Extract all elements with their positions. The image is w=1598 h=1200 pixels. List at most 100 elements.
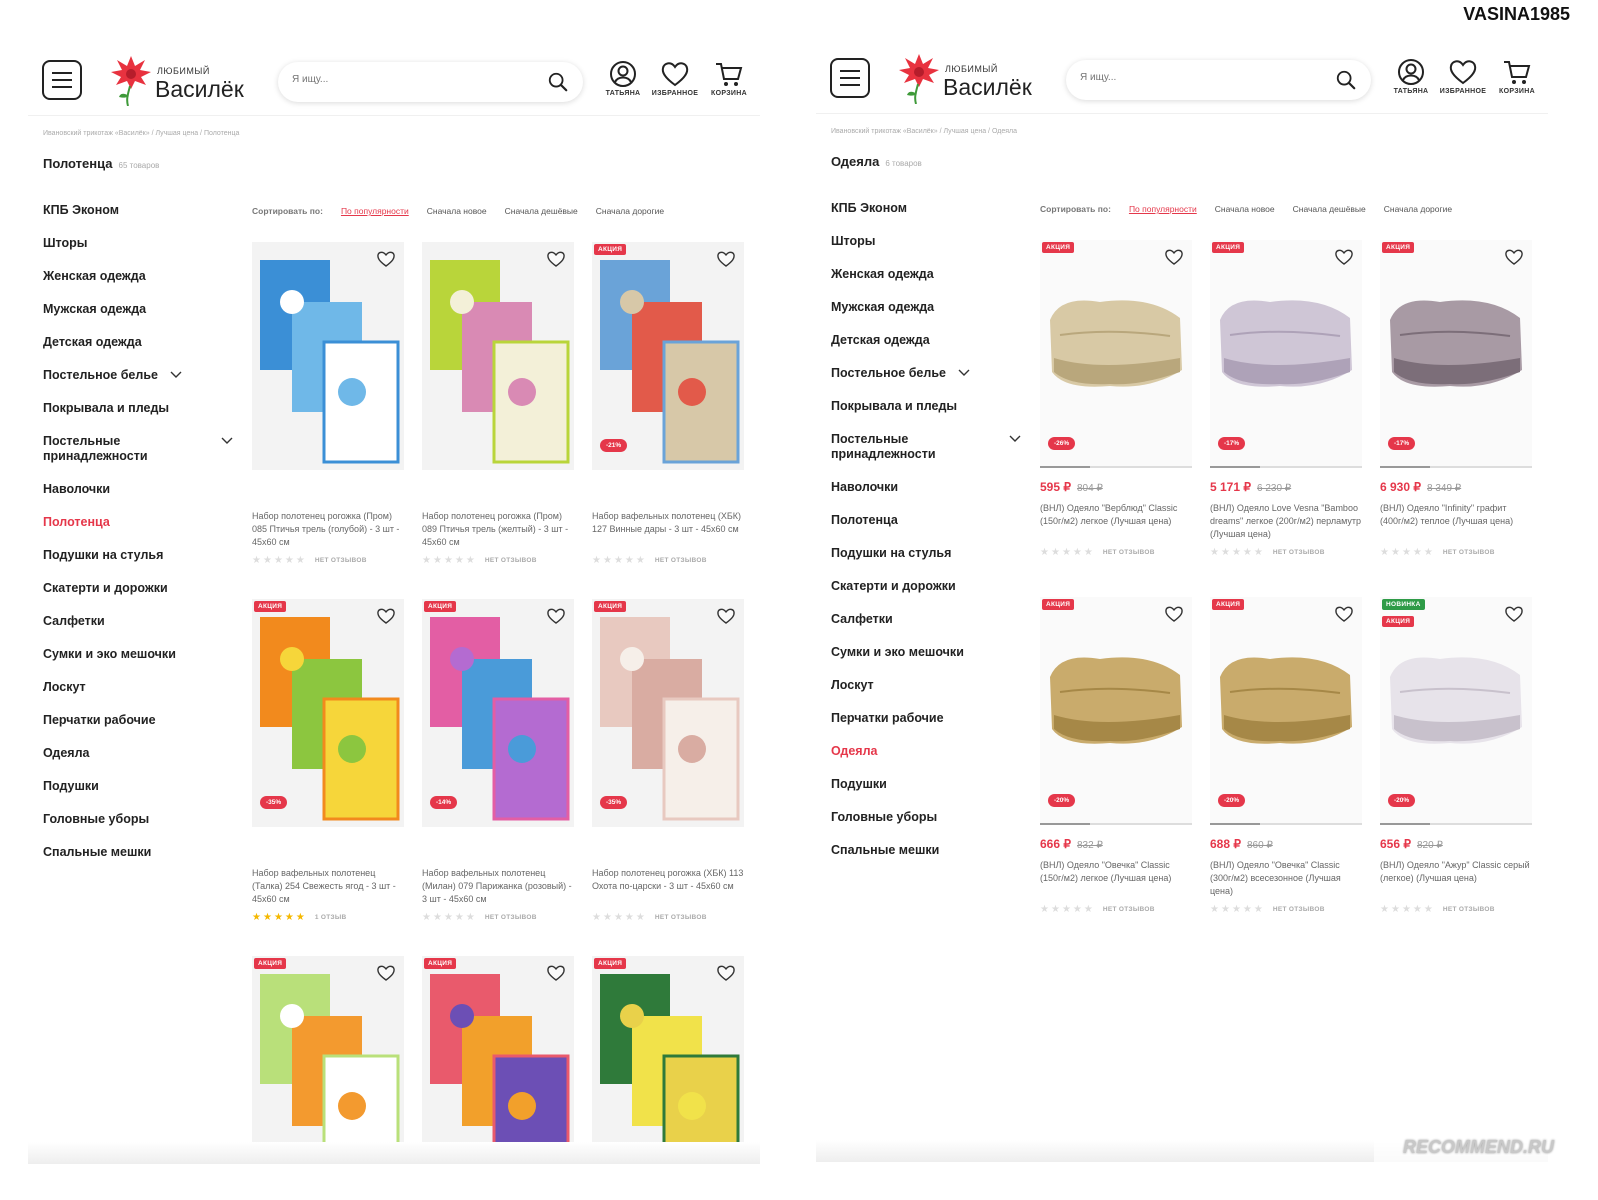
sidebar-category[interactable]: Полотенца: [831, 513, 1021, 546]
favorite-heart-icon[interactable]: [546, 964, 566, 982]
sidebar-category[interactable]: Шторы: [43, 236, 233, 269]
breadcrumb[interactable]: Ивановский трикотаж «Василёк» / Лучшая ц…: [43, 130, 239, 137]
product-name[interactable]: Набор вафельных полотенец (ХБК) 127 Винн…: [592, 510, 744, 552]
favorite-heart-icon[interactable]: [1164, 605, 1184, 623]
sidebar-category[interactable]: Детская одежда: [831, 333, 1021, 366]
sidebar-category[interactable]: Скатерти и дорожки: [43, 581, 233, 614]
sort-newest[interactable]: Сначала новое: [427, 206, 487, 216]
favorite-heart-icon[interactable]: [546, 250, 566, 268]
sort-cheapest[interactable]: Сначала дешёвые: [1293, 204, 1366, 214]
sort-newest[interactable]: Сначала новое: [1215, 204, 1275, 214]
product-name[interactable]: Набор вафельных полотенец (Талка) 254 Св…: [252, 867, 404, 909]
search-input[interactable]: [1080, 72, 1320, 83]
favorites-button[interactable]: ИЗБРАННОЕ: [650, 60, 700, 97]
product-image[interactable]: АКЦИЯ -17%: [1380, 240, 1532, 468]
product-image[interactable]: АКЦИЯ -26%: [1040, 240, 1192, 468]
hamburger-menu-button[interactable]: [42, 60, 82, 100]
sidebar-category[interactable]: Женская одежда: [43, 269, 233, 302]
sidebar-category[interactable]: Одеяла: [831, 744, 1021, 777]
product-name[interactable]: Набор полотенец рогожка (Пром) 085 Птичь…: [252, 510, 404, 552]
product-image[interactable]: АКЦИЯ -35%: [252, 599, 404, 827]
sidebar-category[interactable]: Покрывала и пледы: [831, 399, 1021, 432]
sidebar-category[interactable]: Сумки и эко мешочки: [831, 645, 1021, 678]
sidebar-category[interactable]: Лоскут: [43, 680, 233, 713]
sidebar-category[interactable]: Наволочки: [43, 482, 233, 515]
sidebar-category[interactable]: Сумки и эко мешочки: [43, 647, 233, 680]
sort-popular[interactable]: По популярности: [1129, 204, 1197, 214]
sort-expensive[interactable]: Сначала дорогие: [596, 206, 664, 216]
sidebar-category[interactable]: Лоскут: [831, 678, 1021, 711]
sort-cheapest[interactable]: Сначала дешёвые: [505, 206, 578, 216]
sidebar-category[interactable]: Подушки на стулья: [43, 548, 233, 581]
site-logo[interactable]: ЛЮБИМЫЙ Василёк: [896, 50, 1041, 104]
sidebar-category[interactable]: Женская одежда: [831, 267, 1021, 300]
cart-button[interactable]: КОРЗИНА: [1492, 58, 1542, 95]
sidebar-category[interactable]: КПБ Эконом: [43, 203, 233, 236]
product-image[interactable]: АКЦИЯ -17%: [1210, 240, 1362, 468]
product-card[interactable]: АКЦИЯ -17% 6 930 ₽ 8 349 ₽ (ВНЛ) Одеяло "Inf…: [1380, 240, 1532, 558]
sidebar-category[interactable]: Перчатки рабочие: [43, 713, 233, 746]
product-name[interactable]: (ВНЛ) Одеяло "Овечка" Classic (150г/м2) …: [1040, 859, 1192, 901]
product-name[interactable]: Набор полотенец рогожка (Пром) 089 Птичь…: [422, 510, 574, 552]
search-icon[interactable]: [1335, 69, 1357, 91]
favorite-heart-icon[interactable]: [1334, 248, 1354, 266]
sidebar-category[interactable]: КПБ Эконом: [831, 201, 1021, 234]
favorites-button[interactable]: ИЗБРАННОЕ: [1438, 58, 1488, 95]
search-input[interactable]: [292, 74, 532, 85]
product-card[interactable]: Набор полотенец рогожка (Пром) 085 Птичь…: [252, 242, 404, 566]
product-image[interactable]: АКЦИЯ -20%: [1040, 597, 1192, 825]
product-image[interactable]: АКЦИЯ -35%: [592, 599, 744, 827]
sidebar-category[interactable]: Мужская одежда: [43, 302, 233, 335]
product-card[interactable]: АКЦИЯ: [422, 956, 574, 1164]
sidebar-category[interactable]: Перчатки рабочие: [831, 711, 1021, 744]
account-button[interactable]: ТАТЬЯНА: [1386, 58, 1436, 95]
product-card[interactable]: АКЦИЯ: [252, 956, 404, 1164]
product-image[interactable]: АКЦИЯ -14%: [422, 599, 574, 827]
sidebar-category[interactable]: Постельное белье: [831, 366, 1021, 399]
product-card[interactable]: АКЦИЯ: [592, 956, 744, 1164]
product-image[interactable]: [252, 242, 404, 470]
sort-expensive[interactable]: Сначала дорогие: [1384, 204, 1452, 214]
site-logo[interactable]: ЛЮБИМЫЙ Василёк: [108, 52, 253, 106]
product-image[interactable]: НОВИНКА АКЦИЯ -20%: [1380, 597, 1532, 825]
product-name[interactable]: Набор полотенец рогожка (ХБК) 113 Охота …: [592, 867, 744, 909]
product-image[interactable]: АКЦИЯ -20%: [1210, 597, 1362, 825]
sidebar-category[interactable]: Спальные мешки: [43, 845, 233, 878]
sort-popular[interactable]: По популярности: [341, 206, 409, 216]
favorite-heart-icon[interactable]: [546, 607, 566, 625]
favorite-heart-icon[interactable]: [716, 250, 736, 268]
product-name[interactable]: (ВНЛ) Одеяло "Верблюд" Classic (150г/м2)…: [1040, 502, 1192, 544]
sidebar-category[interactable]: Покрывала и пледы: [43, 401, 233, 434]
sidebar-category[interactable]: Постельные принадлежности: [831, 432, 1021, 480]
sidebar-category[interactable]: Шторы: [831, 234, 1021, 267]
product-name[interactable]: (ВНЛ) Одеяло Love Vesna "Bamboo dreams" …: [1210, 502, 1362, 544]
product-card[interactable]: АКЦИЯ -26% 595 ₽ 804 ₽ (ВНЛ) Одеяло "Верблюд…: [1040, 240, 1192, 558]
sidebar-category[interactable]: Подушки: [43, 779, 233, 812]
chevron-down-icon[interactable]: [170, 371, 182, 379]
favorite-heart-icon[interactable]: [1504, 605, 1524, 623]
sidebar-category[interactable]: Постельные принадлежности: [43, 434, 233, 482]
product-image[interactable]: АКЦИЯ: [422, 956, 574, 1164]
product-card[interactable]: АКЦИЯ -35% Набор вафельных полотенец (Талк…: [252, 599, 404, 923]
chevron-down-icon[interactable]: [958, 369, 970, 377]
sidebar-category[interactable]: Головные уборы: [43, 812, 233, 845]
sidebar-category[interactable]: Одеяла: [43, 746, 233, 779]
hamburger-menu-button[interactable]: [830, 58, 870, 98]
product-name[interactable]: (ВНЛ) Одеяло "Овечка" Classic (300г/м2) …: [1210, 859, 1362, 901]
sidebar-category[interactable]: Салфетки: [43, 614, 233, 647]
sidebar-category[interactable]: Головные уборы: [831, 810, 1021, 843]
favorite-heart-icon[interactable]: [1504, 248, 1524, 266]
favorite-heart-icon[interactable]: [1334, 605, 1354, 623]
favorite-heart-icon[interactable]: [716, 607, 736, 625]
favorite-heart-icon[interactable]: [1164, 248, 1184, 266]
product-card[interactable]: Набор полотенец рогожка (Пром) 089 Птичь…: [422, 242, 574, 566]
sidebar-category[interactable]: Подушки: [831, 777, 1021, 810]
product-card[interactable]: АКЦИЯ -35% Набор полотенец рогожка (ХБК) 1…: [592, 599, 744, 923]
sidebar-category[interactable]: Полотенца: [43, 515, 233, 548]
account-button[interactable]: ТАТЬЯНА: [598, 60, 648, 97]
sidebar-category[interactable]: Мужская одежда: [831, 300, 1021, 333]
cart-button[interactable]: КОРЗИНА: [704, 60, 754, 97]
product-name[interactable]: (ВНЛ) Одеяло "Ажур" Classic серый (легко…: [1380, 859, 1532, 901]
chevron-down-icon[interactable]: [221, 437, 233, 445]
product-image[interactable]: [422, 242, 574, 470]
